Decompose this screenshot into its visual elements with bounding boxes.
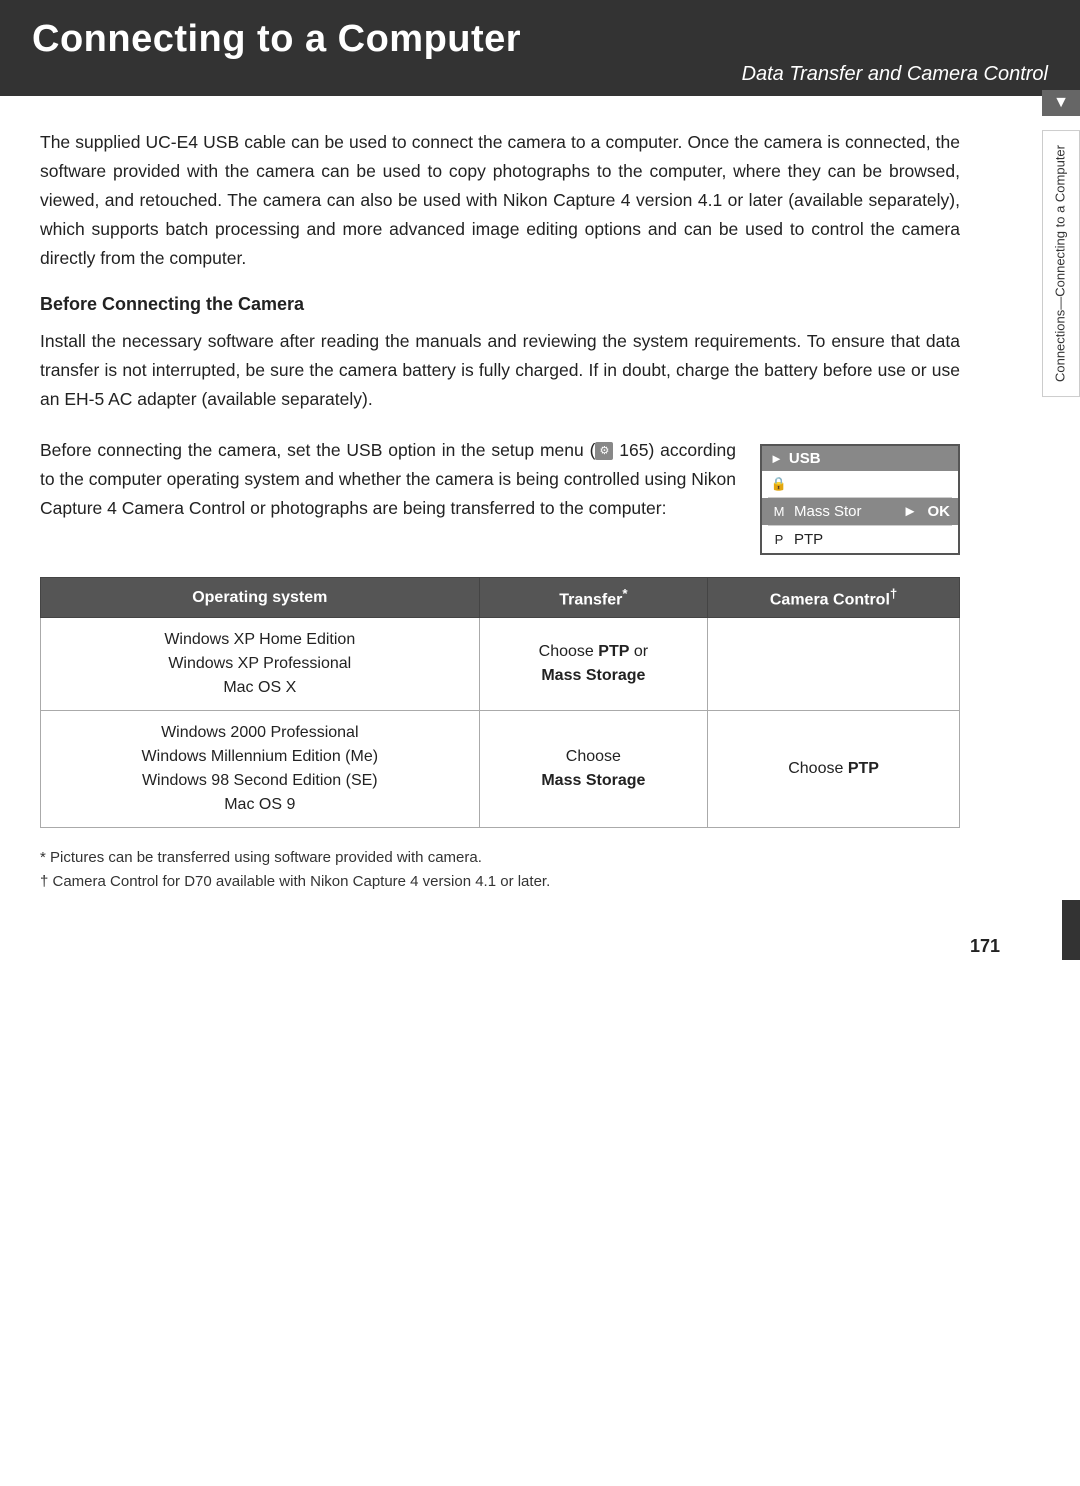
table-cell-os-2: Windows 2000 ProfessionalWindows Millenn… — [41, 711, 480, 828]
main-content: The supplied UC-E4 USB cable can be used… — [0, 96, 1040, 926]
lock-icon: 🔒 — [770, 476, 788, 492]
table-row-1: Windows XP Home EditionWindows XP Profes… — [41, 618, 960, 711]
table-header-camera-control: Camera Control† — [708, 578, 960, 618]
table-cell-os-1: Windows XP Home EditionWindows XP Profes… — [41, 618, 480, 711]
usb-menu-header-label: USB — [789, 450, 821, 467]
massstor-label: Mass Stor — [794, 503, 897, 520]
usb-menu-row-ptp: P PTP — [762, 526, 958, 553]
body-para-1: Install the necessary software after rea… — [40, 327, 960, 414]
para2-setup-ref: 165 — [619, 440, 648, 460]
ptp-label: PTP — [794, 531, 950, 548]
usb-menu-row-lock: 🔒 — [762, 471, 958, 497]
ptp-bold-2: PTP — [848, 760, 879, 777]
ok-label: OK — [928, 503, 951, 520]
usb-menu-body: 🔒 M Mass Stor ► OK P PTP — [762, 471, 958, 553]
ptp-letter: P — [770, 532, 788, 547]
usb-text-block: Before connecting the camera, set the US… — [40, 436, 736, 523]
side-tab: Connections—Connecting to a Computer — [1042, 130, 1080, 397]
side-tab-label: Connections—Connecting to a Computer — [1053, 145, 1070, 382]
table-row-2: Windows 2000 ProfessionalWindows Millenn… — [41, 711, 960, 828]
page-number: 171 — [0, 926, 1080, 967]
intro-paragraph: The supplied UC-E4 USB cable can be used… — [40, 128, 960, 272]
os-table: Operating system Transfer* Camera Contro… — [40, 577, 960, 828]
usb-menu-row-massstor: M Mass Stor ► OK — [762, 498, 958, 525]
footnote-star: * Pictures can be transferred using soft… — [40, 846, 960, 870]
setup-icon: ⚙ — [595, 442, 613, 460]
section-heading: Before Connecting the Camera — [40, 294, 960, 315]
ptp-bold: PTP — [598, 643, 629, 660]
table-cell-transfer-2: ChooseMass Storage — [479, 711, 708, 828]
scrollbar-thumb[interactable] — [1062, 900, 1080, 960]
footnote-dagger: † Camera Control for D70 available with … — [40, 870, 960, 894]
usb-menu-header-arrow: ► — [770, 451, 783, 466]
mass-storage-bold-1: Mass Storage — [541, 667, 645, 684]
footnotes: * Pictures can be transferred using soft… — [40, 846, 960, 894]
usb-section: Before connecting the camera, set the US… — [40, 436, 960, 555]
table-header-os: Operating system — [41, 578, 480, 618]
page-title: Connecting to a Computer — [32, 18, 1048, 61]
table-cell-transfer-1: Choose PTP orMass Storage — [479, 618, 708, 711]
table-cell-control-1 — [708, 618, 960, 711]
table-header-transfer: Transfer* — [479, 578, 708, 618]
mass-storage-bold-2: Mass Storage — [541, 772, 645, 789]
usb-menu: ► USB 🔒 M Mass Stor ► OK — [760, 444, 960, 555]
para2-part1: Before connecting the camera, set the US… — [40, 440, 595, 460]
scroll-indicator: ▼ — [1042, 90, 1080, 116]
table-cell-control-2: Choose PTP — [708, 711, 960, 828]
pencil-icon: M — [770, 504, 788, 519]
usb-menu-header: ► USB — [762, 446, 958, 471]
page-subtitle: Data Transfer and Camera Control — [32, 63, 1048, 86]
arrow-icon: ► — [903, 503, 918, 520]
page-header: Connecting to a Computer Data Transfer a… — [0, 0, 1080, 96]
